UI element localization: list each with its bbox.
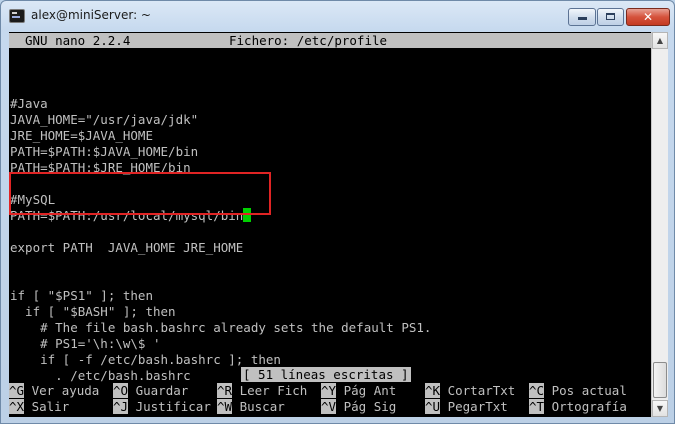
shortcut-label: Guardar [128,383,189,398]
shortcut-key: ^W [217,399,233,414]
shortcut-guardar[interactable]: ^O Guardar [113,383,188,398]
editor-line: if [ "$BASH" ]; then [10,304,176,319]
mysql-highlight-box [9,172,271,215]
shortcut-label: Justificar [128,399,211,414]
shortcut-key: ^K [425,383,441,398]
shortcut-key: ^T [529,399,545,414]
shortcut-key: ^R [217,383,233,398]
scroll-down-button[interactable]: ▼ [652,400,668,417]
shortcut-label: Pos actual [544,383,627,398]
terminal-screen[interactable]: GNU nano 2.2.4 Fichero: /etc/profile #Ja… [9,32,651,417]
shortcut-buscar[interactable]: ^W Buscar [217,399,285,414]
shortcut-key: ^C [529,383,545,398]
shortcut-label: Pág Ant [336,383,397,398]
shortcut-pegartxt[interactable]: ^U PegarTxt [425,399,508,414]
shortcut-key: ^Y [321,383,337,398]
shortcut-salir[interactable]: ^X Salir [9,399,69,414]
editor-line: # PS1='\h:\w\$ ' [10,336,161,351]
shortcut-leer-fich[interactable]: ^R Leer Fich [217,383,307,398]
shortcut-label: Ver ayuda [24,383,100,398]
shortcut-pos-actual[interactable]: ^C Pos actual [529,383,627,398]
minimize-icon [577,17,587,20]
shortcut-pág-ant[interactable]: ^Y Pág Ant [321,383,396,398]
shortcut-ver-ayuda[interactable]: ^G Ver ayuda [9,383,99,398]
maximize-button[interactable] [597,8,624,26]
editor-line: if [ -f /etc/bash.bashrc ]; then [10,352,281,367]
arrow-down-icon: ▼ [656,404,664,413]
arrow-up-icon: ▲ [656,36,664,45]
scroll-up-button[interactable]: ▲ [652,32,668,49]
terminal-window: alex@miniServer: ~ ✕ GNU nano 2.2.4 Fich… [0,0,675,424]
editor-line: #Java [10,96,48,111]
editor-line: if [ "$PS1" ]; then [10,288,153,303]
shortcut-label: CortarTxt [440,383,516,398]
editor-line: JRE_HOME=$JAVA_HOME [10,128,153,143]
shortcut-label: Pág Sig [336,399,397,414]
window-title: alex@miniServer: ~ [31,8,151,22]
editor-line: # The file bash.bashrc already sets the … [10,320,432,335]
shortcut-pág-sig[interactable]: ^V Pág Sig [321,399,396,414]
status-message: [ 51 líneas escritas ] [241,367,411,382]
shortcut-key: ^X [9,399,25,414]
editor-line: export PATH JAVA_HOME JRE_HOME [10,240,244,255]
scroll-thumb[interactable] [653,362,667,398]
shortcut-ortografía[interactable]: ^T Ortografía [529,399,627,414]
terminal-icon [9,9,25,23]
shortcut-label: Ortografía [544,399,627,414]
close-icon: ✕ [642,10,654,24]
shortcut-key: ^V [321,399,337,414]
vertical-scrollbar[interactable]: ▲ ▼ [651,32,668,417]
shortcut-cortartxt[interactable]: ^K CortarTxt [425,383,515,398]
shortcut-label: Salir [24,399,70,414]
shortcut-key: ^G [9,383,25,398]
shortcut-label: Buscar [232,399,285,414]
shortcut-key: ^J [113,399,129,414]
editor-content[interactable]: #Java JAVA_HOME="/usr/java/jdk" JRE_HOME=$… [10,80,431,384]
minimize-button[interactable] [568,8,596,26]
title-bar[interactable]: alex@miniServer: ~ ✕ [1,1,674,31]
nano-version: GNU nano 2.2.4 [25,33,131,48]
editor-line: PATH=$PATH:$JAVA_HOME/bin [10,144,199,159]
nano-file-label: Fichero: /etc/profile [229,33,388,48]
shortcut-key: ^U [425,399,441,414]
maximize-icon [606,13,615,20]
shortcut-label: Leer Fich [232,383,308,398]
editor-line: JAVA_HOME="/usr/java/jdk" [10,112,199,127]
shortcut-label: PegarTxt [440,399,508,414]
nano-header: GNU nano 2.2.4 Fichero: /etc/profile [9,33,651,48]
shortcut-justificar[interactable]: ^J Justificar [113,399,211,414]
shortcut-key: ^O [113,383,129,398]
close-button[interactable]: ✕ [626,8,670,26]
